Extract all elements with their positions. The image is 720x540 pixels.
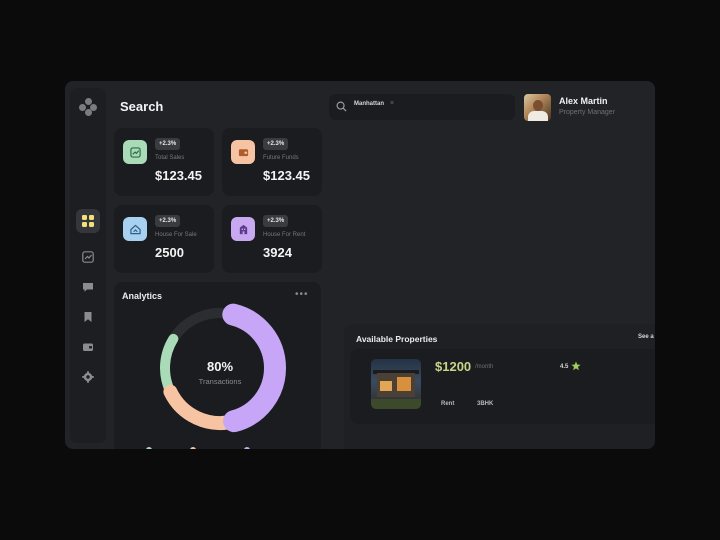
search-tag: Manhattan xyxy=(354,101,384,107)
sidebar-item-dashboard[interactable] xyxy=(76,209,100,233)
wallet-icon xyxy=(231,140,255,164)
property-rating: 4.5 xyxy=(560,364,569,370)
properties-title: Available Properties xyxy=(356,334,438,344)
stat-card-future-funds[interactable]: +2.3% Future Funds $123.45 xyxy=(222,128,322,196)
available-properties-panel: Available Properties See a $1200 /month … xyxy=(344,324,655,449)
avatar[interactable] xyxy=(524,94,551,121)
property-type-value: Rent xyxy=(441,401,455,407)
sidebar-item-messages[interactable] xyxy=(76,275,100,299)
star-icon xyxy=(571,361,581,371)
property-image xyxy=(371,359,421,409)
search-input[interactable]: Manhattan × xyxy=(329,94,515,120)
legend-dot-purple xyxy=(244,447,250,449)
building-icon xyxy=(231,217,255,241)
more-options-icon[interactable]: ••• xyxy=(295,289,309,300)
donut-percent-label: Transactions xyxy=(198,377,242,386)
user-role: Property Manager xyxy=(559,109,616,116)
chart-up-icon xyxy=(123,140,147,164)
page-title: Search xyxy=(120,99,164,114)
stat-value: 3924 xyxy=(263,245,292,260)
stat-label: House For Sale xyxy=(155,232,197,238)
stat-value: $123.45 xyxy=(263,168,310,183)
property-price: $1200 xyxy=(435,359,472,374)
stat-card-house-for-sale[interactable]: +2.3% House For Sale 2500 xyxy=(114,205,214,273)
stat-badge: +2.3% xyxy=(155,215,181,227)
user-name: Alex Martin xyxy=(559,96,608,106)
analytics-panel: Analytics ••• 80% Transactions xyxy=(114,282,321,449)
see-all-link[interactable]: See a xyxy=(638,334,654,340)
sidebar-item-wallet[interactable] xyxy=(76,335,100,359)
message-icon xyxy=(83,283,93,292)
stat-card-total-sales[interactable]: +2.3% Total Sales $123.45 xyxy=(114,128,214,196)
stat-value: $123.45 xyxy=(155,168,202,183)
settings-icon xyxy=(82,371,94,383)
sidebar-item-settings[interactable] xyxy=(76,365,100,389)
donut-segment-green xyxy=(160,333,179,397)
sidebar-item-analytics[interactable] xyxy=(76,245,100,269)
home-icon xyxy=(123,217,147,241)
property-size-value: 3BHK xyxy=(477,401,494,407)
sidebar xyxy=(70,88,106,443)
stat-badge: +2.3% xyxy=(263,138,289,150)
stat-label: Total Sales xyxy=(155,155,185,161)
sidebar-item-bookmarks[interactable] xyxy=(76,305,100,329)
legend-dot-green xyxy=(146,447,152,449)
app-window: Search Manhattan × Alex Martin Property … xyxy=(65,81,655,449)
property-price-period: /month xyxy=(475,364,494,370)
search-icon xyxy=(336,101,347,112)
stat-badge: +2.3% xyxy=(263,215,289,227)
dashboard-icon xyxy=(82,215,94,227)
stat-badge: +2.3% xyxy=(155,138,181,150)
wallet-icon xyxy=(83,343,93,351)
property-card[interactable]: $1200 /month 4.5 Rent 3BHK xyxy=(350,349,655,424)
stat-card-house-for-rent[interactable]: +2.3% House For Rent 3924 xyxy=(222,205,322,273)
bookmark-icon xyxy=(84,312,92,322)
stat-label: House For Rent xyxy=(263,232,306,238)
stat-label: Future Funds xyxy=(263,155,299,161)
donut-percent: 80% xyxy=(206,359,234,374)
chart-icon xyxy=(82,251,94,263)
legend-dot-peach xyxy=(190,447,196,449)
logo-icon[interactable] xyxy=(79,98,97,116)
close-icon[interactable]: × xyxy=(390,100,394,107)
stat-value: 2500 xyxy=(155,245,184,260)
